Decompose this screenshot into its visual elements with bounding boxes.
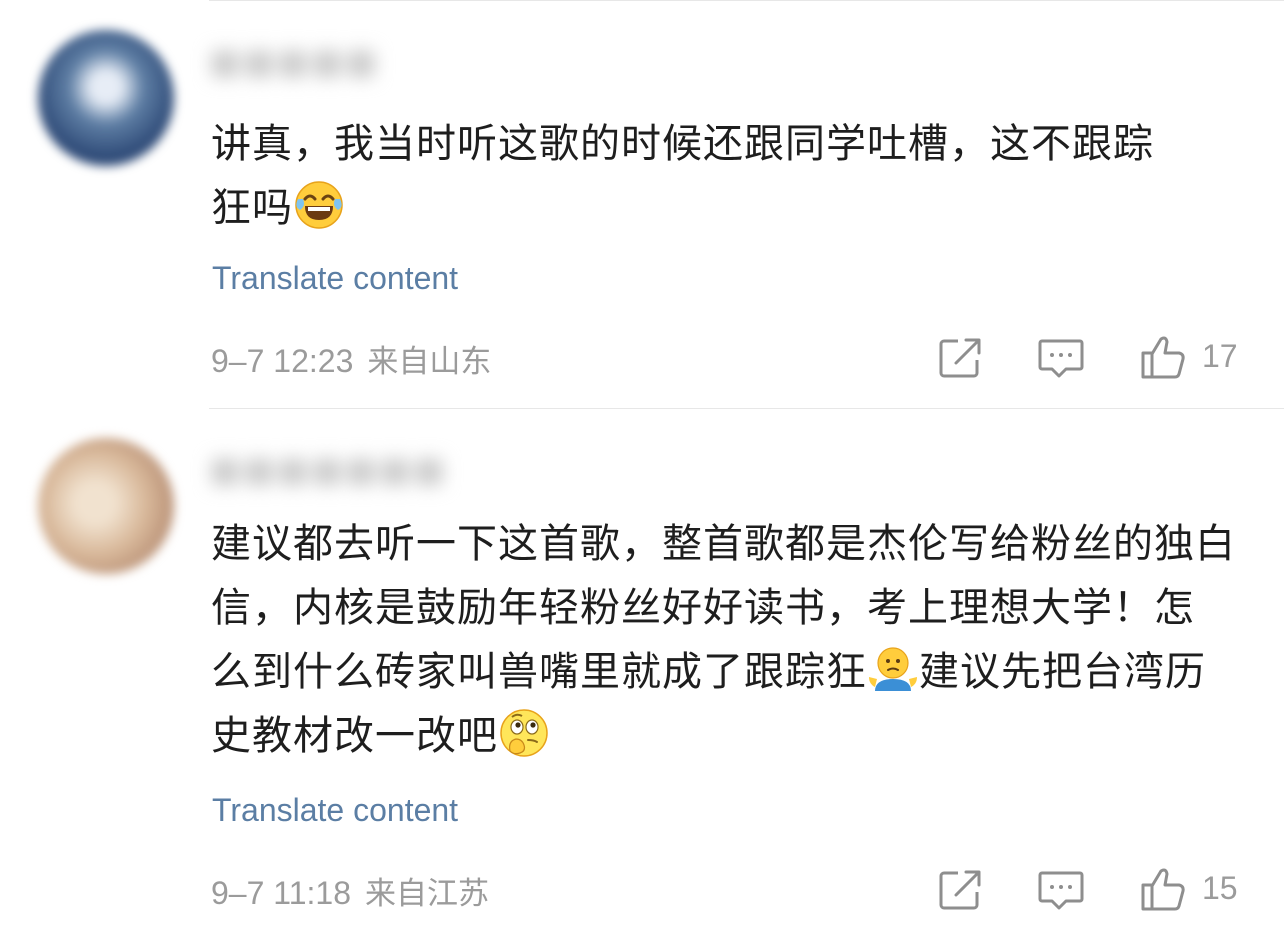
translate-content-link[interactable]: Translate content [212, 792, 458, 829]
thinking-emoji [500, 709, 548, 757]
comment-line: 信，内核是鼓励年轻粉丝好好读书，考上理想大学！怎 [211, 585, 1195, 631]
divider [209, 408, 1284, 409]
avatar[interactable] [38, 438, 174, 574]
comment-meta: 9–7 11:18 来自江苏 [211, 868, 489, 913]
comment-line: 么到什么砖家叫兽嘴里就成了跟踪狂 [211, 649, 867, 695]
username-blurred[interactable] [212, 452, 442, 492]
translate-content-link[interactable]: Translate content [212, 260, 458, 297]
timestamp: 9–7 11:18 [211, 875, 351, 911]
share-icon[interactable] [936, 864, 986, 914]
comment-icon[interactable] [1036, 864, 1086, 914]
comment-item: 建议都去听一下这首歌，整首歌都是杰伦写给粉丝的独白 信，内核是鼓励年轻粉丝好好读书… [0, 408, 1284, 929]
divider [209, 0, 1284, 1]
comment-icon[interactable] [1036, 332, 1086, 382]
comment-line: 史教材改一改吧 [211, 713, 498, 759]
comment-line: 建议先把台湾历 [919, 649, 1206, 695]
comment-meta: 9–7 12:23 来自山东 [211, 336, 491, 381]
comment-line: 建议都去听一下这首歌，整首歌都是杰伦写给粉丝的独白 [211, 521, 1236, 567]
avatar[interactable] [38, 30, 174, 166]
timestamp: 9–7 12:23 [211, 343, 354, 379]
shrug-emoji [869, 647, 917, 691]
like-count: 17 [1202, 338, 1238, 374]
comment-text: 讲真，我当时听这歌的时候还跟同学吐槽，这不跟踪 狂吗 [211, 112, 1271, 240]
location: 来自山东 [367, 344, 492, 380]
comment-item: 讲真，我当时听这歌的时候还跟同学吐槽，这不跟踪 狂吗 Translate cont… [0, 0, 1284, 408]
location: 来自江苏 [364, 876, 489, 912]
thumbs-up-icon[interactable] [1138, 864, 1188, 914]
comment-line: 狂吗 [211, 185, 293, 231]
thumbs-up-icon[interactable] [1138, 332, 1188, 382]
comment-line: 讲真，我当时听这歌的时候还跟同学吐槽，这不跟踪 [211, 121, 1154, 167]
username-blurred[interactable] [212, 44, 374, 84]
laughing-crying-emoji [295, 181, 343, 229]
like-count: 15 [1202, 870, 1238, 906]
comment-text: 建议都去听一下这首歌，整首歌都是杰伦写给粉丝的独白 信，内核是鼓励年轻粉丝好好读书… [211, 512, 1271, 768]
share-icon[interactable] [936, 332, 986, 382]
